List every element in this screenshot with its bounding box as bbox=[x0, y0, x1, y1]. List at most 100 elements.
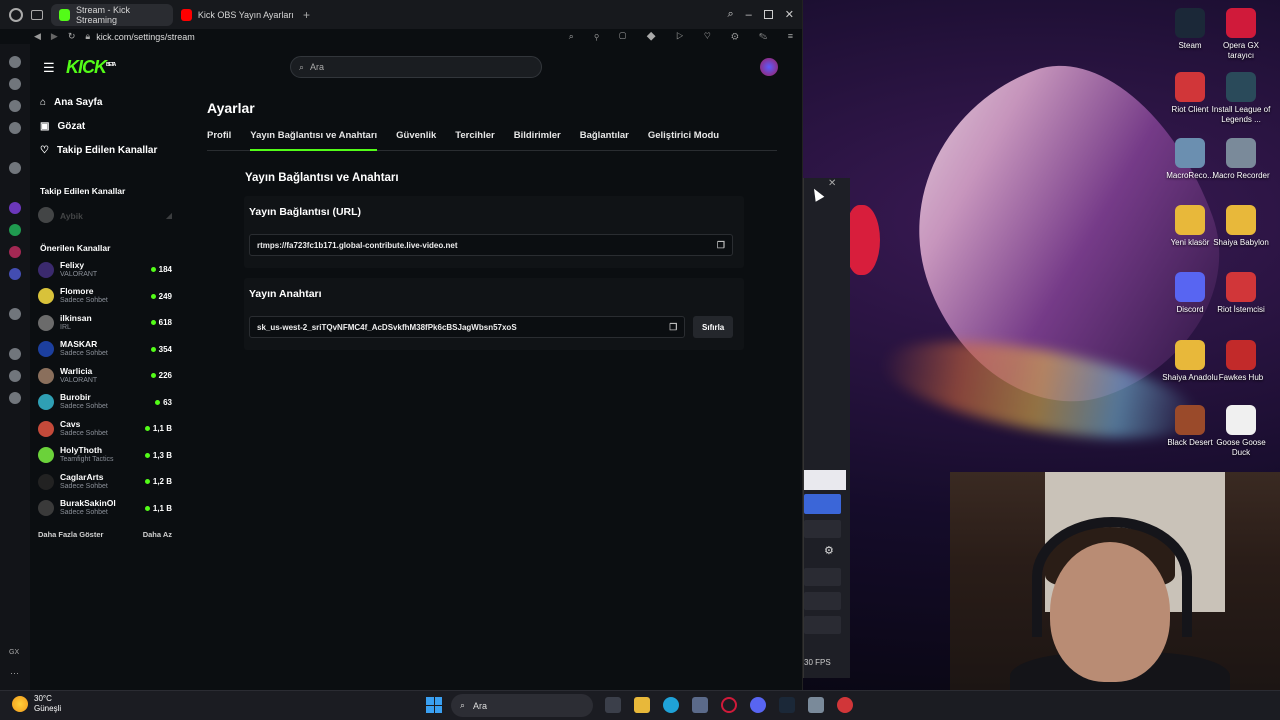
live-dot-icon bbox=[150, 373, 156, 379]
channel-item[interactable]: Warlicia VALORANT 226 bbox=[30, 363, 180, 390]
copy-icon[interactable]: ❐ bbox=[717, 240, 725, 251]
obs-selected-item[interactable] bbox=[804, 494, 841, 514]
channel-item[interactable]: CaglarArts Sadece Sohbet 1,2 B bbox=[30, 469, 180, 496]
weather-widget[interactable]: 30°C Güneşli bbox=[12, 694, 61, 714]
channel-item[interactable]: Cavs Sadece Sohbet 1,1 B bbox=[30, 416, 180, 443]
desktop-icon[interactable]: Fawkes Hub bbox=[1211, 340, 1271, 383]
avatar bbox=[38, 207, 54, 224]
copy-icon[interactable]: ❐ bbox=[669, 322, 677, 333]
file-explorer-icon[interactable] bbox=[634, 697, 650, 713]
aria-icon[interactable] bbox=[9, 78, 21, 90]
new-tab-icon[interactable]: + bbox=[303, 8, 310, 22]
menu-icon[interactable]: ☰ bbox=[43, 60, 55, 76]
gx-icon[interactable]: GX bbox=[9, 649, 19, 656]
taskbar-search-label: Ara bbox=[473, 700, 488, 711]
back-icon[interactable]: ◀ bbox=[34, 31, 41, 42]
desktop-icon[interactable]: Install League of Legends ... bbox=[1211, 72, 1271, 125]
maximize-icon[interactable] bbox=[763, 10, 773, 19]
tab-settings[interactable]: Bağlantılar bbox=[580, 130, 629, 151]
opera-gx-icon[interactable] bbox=[721, 697, 737, 713]
tab-settings[interactable]: Güvenlik bbox=[396, 130, 436, 151]
more-icon[interactable]: ··· bbox=[10, 668, 19, 678]
nav-item[interactable]: ▣ Gözat bbox=[30, 114, 180, 138]
nav-item[interactable]: ⌂ Ana Sayfa bbox=[30, 90, 180, 114]
show-more-button[interactable]: Daha Fazla Göster bbox=[38, 530, 103, 539]
discord-icon[interactable] bbox=[750, 697, 766, 713]
whatsapp-icon[interactable] bbox=[9, 224, 21, 236]
forward-icon[interactable]: ▶ bbox=[51, 31, 58, 42]
channel-item[interactable]: BurakSakinOl Sadece Sohbet 1,1 B bbox=[30, 495, 180, 522]
reset-button[interactable]: Sıfırla bbox=[693, 316, 733, 338]
desktop-icon[interactable]: Riot İstemcisi bbox=[1211, 272, 1271, 315]
gear-icon[interactable]: ⚙ bbox=[824, 544, 834, 557]
tab-switcher-icon[interactable] bbox=[31, 9, 43, 20]
channel-item[interactable]: MASKAR Sadece Sohbet 354 bbox=[30, 336, 180, 363]
minimize-icon[interactable]: – bbox=[746, 9, 752, 21]
stream-url-field[interactable]: rtmps://fa723fc1b171.global-contribute.l… bbox=[249, 234, 733, 256]
pin-icon[interactable] bbox=[9, 308, 21, 320]
youtube-favicon-icon bbox=[181, 8, 192, 21]
nav-item[interactable]: ♡ Takip Edilen Kanallar bbox=[30, 138, 180, 162]
steam-icon[interactable] bbox=[779, 697, 795, 713]
followed-title: Takip Edilen Kanallar bbox=[40, 186, 126, 196]
home-icon[interactable] bbox=[9, 56, 21, 68]
desktop-icon[interactable]: Macro Recorder bbox=[1211, 138, 1271, 181]
tab-settings[interactable]: Yayın Bağlantısı ve Anahtarı bbox=[250, 130, 378, 151]
live-dot-icon bbox=[150, 267, 156, 273]
riot-icon[interactable] bbox=[837, 697, 853, 713]
tab-bar: Stream - Kick Streaming Kick OBS Yayın A… bbox=[0, 0, 802, 29]
channel-item[interactable]: Flomore Sadece Sohbet 249 bbox=[30, 283, 180, 310]
channel-item[interactable]: ilkinsan IRL 618 bbox=[30, 310, 180, 337]
taskbar-search[interactable]: ⌕ Ara bbox=[451, 694, 593, 717]
desktop-icon[interactable]: Shaiya Babylon bbox=[1211, 205, 1271, 248]
followed-channel[interactable]: Aybik ◢ bbox=[30, 202, 180, 229]
tab-stream-kick[interactable]: Stream - Kick Streaming bbox=[51, 3, 173, 26]
tab-settings[interactable]: Geliştirici Modu bbox=[648, 130, 719, 151]
avatar[interactable] bbox=[760, 58, 778, 76]
chatgpt-icon[interactable] bbox=[9, 162, 21, 174]
history-icon[interactable] bbox=[9, 348, 21, 360]
tab-kick-obs[interactable]: Kick OBS Yayın Ayarları N bbox=[173, 4, 301, 26]
url-field[interactable]: kick.com/settings/stream bbox=[96, 32, 195, 42]
close-icon[interactable]: ✕ bbox=[828, 178, 836, 189]
edge-icon[interactable] bbox=[663, 697, 679, 713]
channel-item[interactable]: Felixy VALORANT 184 bbox=[30, 257, 180, 284]
tab-settings[interactable]: Tercihler bbox=[455, 130, 494, 151]
desktop-icon[interactable]: Opera GX tarayıcı bbox=[1211, 8, 1271, 61]
store-icon[interactable] bbox=[692, 697, 708, 713]
extensions-icon[interactable] bbox=[9, 122, 21, 134]
channel-name: Burobir bbox=[60, 392, 91, 403]
channel-item[interactable]: Burobir Sadece Sohbet 63 bbox=[30, 389, 180, 416]
stream-key-field[interactable]: sk_us-west-2_sriTQvNFMC4f_AcDSvkfhM38fPk… bbox=[249, 316, 686, 338]
player-icon[interactable] bbox=[9, 100, 21, 112]
obs-row[interactable] bbox=[804, 520, 841, 538]
show-less-button[interactable]: Daha Az bbox=[143, 530, 172, 539]
start-button[interactable] bbox=[426, 697, 442, 713]
obs-row[interactable] bbox=[804, 568, 841, 586]
discord-icon[interactable] bbox=[9, 268, 21, 280]
toolbar-icons[interactable]: ⌕ ⚲ ▢ ◆ ▷ ♡ ⚙ ✎ ≡ bbox=[569, 31, 802, 42]
obs-window[interactable]: ✕ ⚙ 30 FPS bbox=[803, 178, 850, 678]
instagram-icon[interactable] bbox=[9, 246, 21, 258]
search-icon[interactable]: ⌕ bbox=[727, 8, 733, 21]
task-view-icon[interactable] bbox=[605, 697, 621, 713]
channel-item[interactable]: HolyThoth Teamfight Tactics 1,3 B bbox=[30, 442, 180, 469]
reload-icon[interactable]: ↻ bbox=[68, 31, 76, 42]
live-dot-icon bbox=[150, 346, 156, 352]
section-title: Yayın Bağlantısı ve Anahtarı bbox=[245, 172, 399, 184]
obs-row[interactable] bbox=[804, 616, 841, 634]
opera-icon[interactable] bbox=[9, 7, 23, 22]
desktop-icon[interactable]: Goose Goose Duck bbox=[1211, 405, 1271, 458]
bag-icon[interactable] bbox=[9, 370, 21, 382]
obs-row[interactable] bbox=[804, 592, 841, 610]
opera-sidebar: GX ··· bbox=[0, 44, 30, 690]
search-input[interactable]: ⌕ Ara bbox=[290, 56, 542, 78]
tab-settings[interactable]: Bildirimler bbox=[514, 130, 561, 151]
macro-recorder-icon[interactable] bbox=[808, 697, 824, 713]
close-icon[interactable]: ✕ bbox=[785, 8, 794, 21]
tab-settings[interactable]: Profil bbox=[207, 130, 231, 151]
kick-logo[interactable]: KICKBETA bbox=[66, 57, 116, 78]
settings-icon[interactable] bbox=[9, 392, 21, 404]
twitch-icon[interactable] bbox=[9, 202, 21, 214]
avatar bbox=[38, 341, 54, 358]
